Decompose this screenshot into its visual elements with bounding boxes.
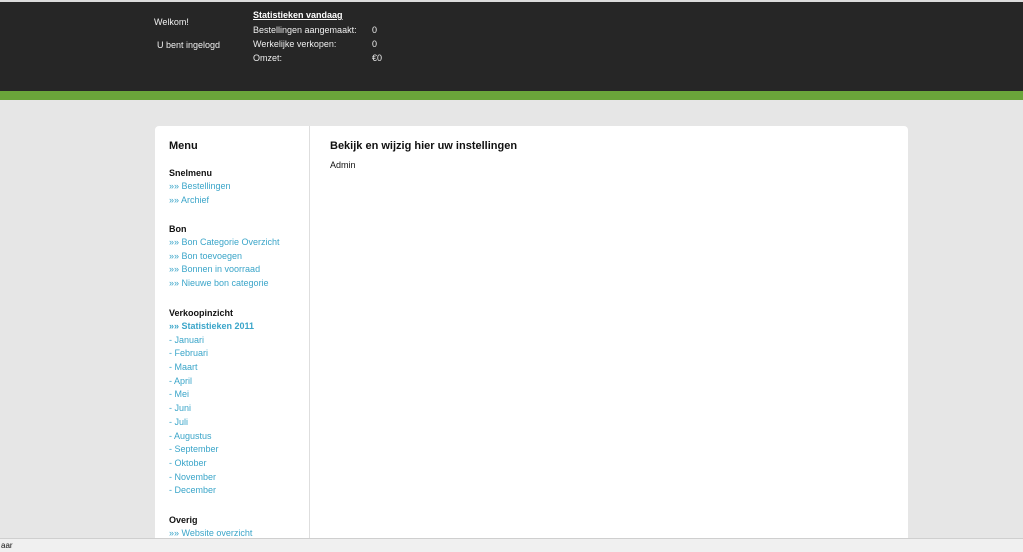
section-overig: Overig »» Website overzicht xyxy=(169,513,252,541)
sidebar-item-juli[interactable]: - Juli xyxy=(169,416,254,430)
sidebar-item-februari[interactable]: - Februari xyxy=(169,347,254,361)
stat-label: Bestellingen aangemaakt: xyxy=(253,25,357,35)
sidebar-item-bon-categorie-overzicht[interactable]: »» Bon Categorie Overzicht xyxy=(169,236,280,250)
stat-row-orders: Bestellingen aangemaakt: 0 xyxy=(253,23,413,37)
sidebar-item-januari[interactable]: - Januari xyxy=(169,334,254,348)
stat-value: 0 xyxy=(372,25,378,35)
logged-in-text: U bent ingelogd xyxy=(157,40,221,50)
welcome-text: Welkom! xyxy=(154,17,189,27)
today-stats: Statistieken vandaag Bestellingen aangem… xyxy=(253,10,413,65)
sidebar-item-december[interactable]: - December xyxy=(169,484,254,498)
main-content: Bekijk en wijzig hier uw instellingen Ad… xyxy=(330,140,517,170)
sidebar-item-september[interactable]: - September xyxy=(169,443,254,457)
stat-label: Omzet: xyxy=(253,53,283,63)
sidebar-item-nieuwe-bon-categorie[interactable]: »» Nieuwe bon categorie xyxy=(169,277,280,291)
menu-title: Menu xyxy=(169,140,198,152)
section-heading: Overig xyxy=(169,515,198,525)
top-header: Welkom! U bent ingelogd Statistieken van… xyxy=(0,0,1023,91)
stat-row-revenue: Omzet: €0 xyxy=(253,51,413,65)
sidebar-item-statistieken-2011[interactable]: »» Statistieken 2011 xyxy=(169,320,254,334)
accent-bar xyxy=(0,91,1023,100)
sidebar-item-archief[interactable]: »» Archief xyxy=(169,194,231,208)
status-text: aar xyxy=(1,541,13,550)
section-verkoopinzicht: Verkoopinzicht »» Statistieken 2011 - Ja… xyxy=(169,306,254,498)
main-panel: Menu Snelmenu »» Bestellingen »» Archief… xyxy=(155,126,908,552)
page-title: Bekijk en wijzig hier uw instellingen xyxy=(330,140,518,152)
sidebar-item-bestellingen[interactable]: »» Bestellingen xyxy=(169,180,231,194)
sidebar-item-april[interactable]: - April xyxy=(169,375,254,389)
sidebar-item-bon-toevoegen[interactable]: »» Bon toevoegen xyxy=(169,250,280,264)
stat-value: €0 xyxy=(372,53,383,63)
sidebar-item-juni[interactable]: - Juni xyxy=(169,402,254,416)
section-heading: Snelmenu xyxy=(169,168,213,178)
content-text: Admin xyxy=(330,160,356,170)
sidebar-item-augustus[interactable]: - Augustus xyxy=(169,430,254,444)
sidebar-item-bonnen-in-voorraad[interactable]: »» Bonnen in voorraad xyxy=(169,263,280,277)
stat-value: 0 xyxy=(372,39,378,49)
sidebar-item-mei[interactable]: - Mei xyxy=(169,388,254,402)
section-heading: Verkoopinzicht xyxy=(169,308,234,318)
sidebar-item-oktober[interactable]: - Oktober xyxy=(169,457,254,471)
section-snelmenu: Snelmenu »» Bestellingen »» Archief xyxy=(169,166,231,207)
sidebar-item-maart[interactable]: - Maart xyxy=(169,361,254,375)
stat-label: Werkelijke verkopen: xyxy=(253,39,337,49)
section-bon: Bon »» Bon Categorie Overzicht »» Bon to… xyxy=(169,222,280,291)
stats-title-link[interactable]: Statistieken vandaag xyxy=(253,10,413,23)
browser-status-bar: aar xyxy=(0,538,1023,552)
sidebar-item-november[interactable]: - November xyxy=(169,471,254,485)
section-heading: Bon xyxy=(169,224,187,234)
stat-row-sales: Werkelijke verkopen: 0 xyxy=(253,37,413,51)
sidebar-menu: Menu Snelmenu »» Bestellingen »» Archief… xyxy=(155,126,310,552)
